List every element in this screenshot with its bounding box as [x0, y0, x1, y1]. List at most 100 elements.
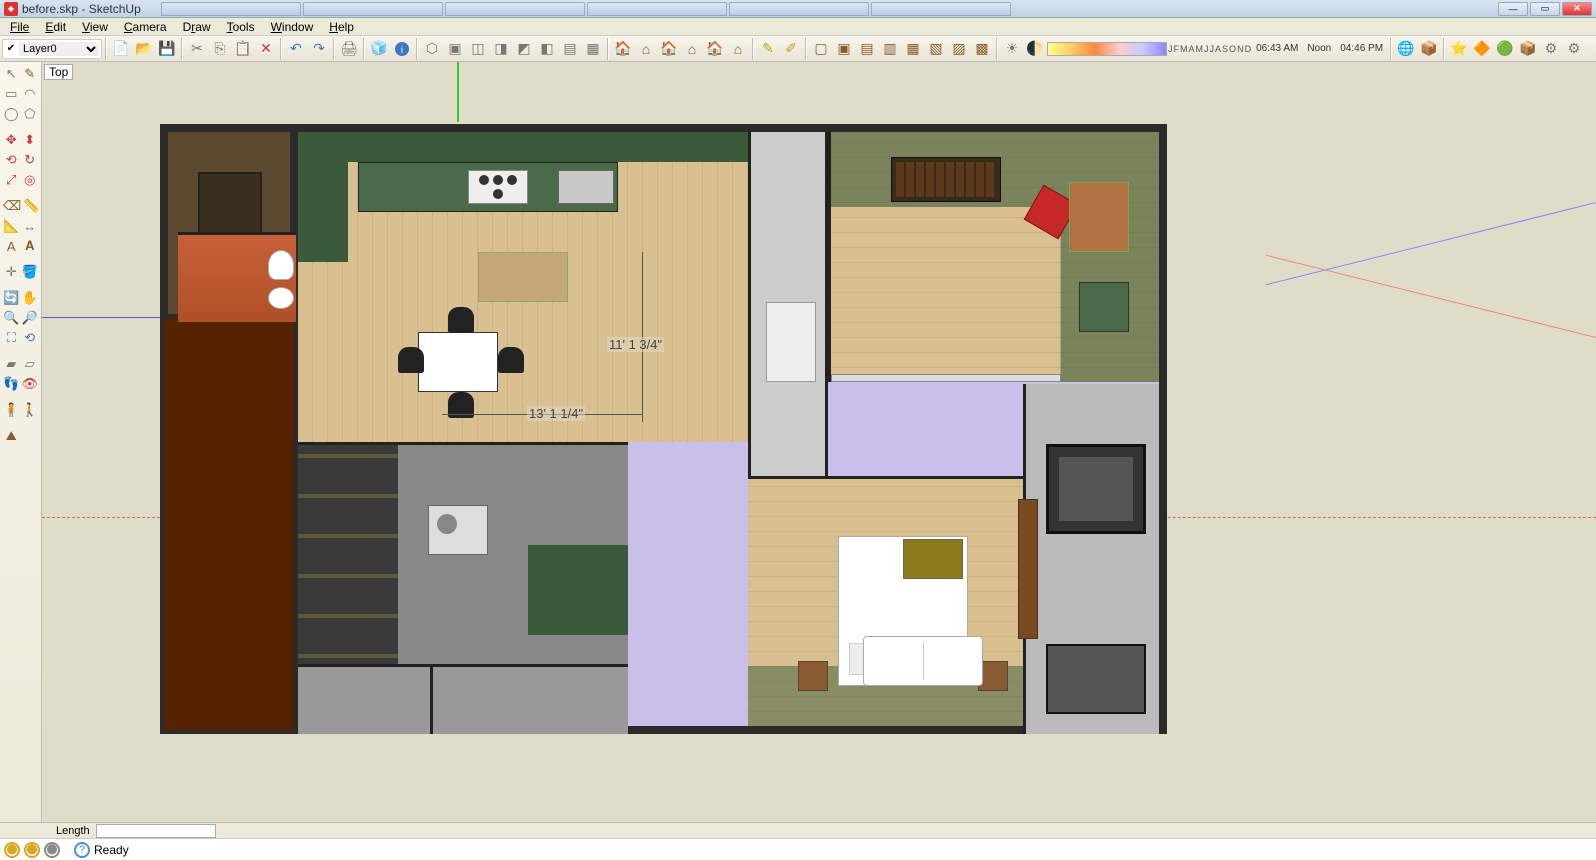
style2-button[interactable]: ⌂ [635, 38, 657, 60]
maximize-button[interactable]: ▭ [1530, 2, 1560, 16]
section-display-icon[interactable]: ▱ [21, 354, 40, 374]
style4-button[interactable]: ⌂ [681, 38, 703, 60]
iso-view-button[interactable]: ⬡ [421, 38, 443, 60]
ext-f-icon[interactable]: ⚙ [1540, 38, 1562, 60]
box-d-icon[interactable]: ▥ [879, 38, 901, 60]
menu-help[interactable]: Help [321, 18, 362, 36]
sandbox-icon[interactable]: ⛰ [2, 426, 21, 446]
layer-dropdown[interactable]: Layer0 [19, 42, 99, 56]
polygon-tool-icon[interactable]: ⬠ [21, 104, 40, 124]
extension-a-icon[interactable]: 📦 [1418, 38, 1440, 60]
floor-plan-model[interactable] [160, 124, 1167, 734]
prev-view-icon[interactable]: ⟲ [21, 328, 40, 348]
follow-tool-icon[interactable]: ↻ [21, 150, 40, 170]
menu-edit[interactable]: Edit [37, 18, 74, 36]
box-b-icon[interactable]: ▣ [833, 38, 855, 60]
minimize-button[interactable]: — [1498, 2, 1528, 16]
copy-button[interactable]: ⎘ [209, 38, 231, 60]
paste-button[interactable]: 📋 [232, 38, 254, 60]
menu-camera[interactable]: Camera [116, 18, 175, 36]
menu-file[interactable]: File [2, 18, 37, 36]
shadow-toggle-button[interactable]: ☀ [1001, 38, 1023, 60]
front-view-button[interactable]: ◫ [467, 38, 489, 60]
orbit-tool-icon[interactable]: 🔄 [2, 288, 21, 308]
ext-b-icon[interactable]: ⭐ [1448, 38, 1470, 60]
offset-tool-icon[interactable]: ◎ [21, 170, 40, 190]
claim-icon[interactable]: ⬤ [44, 842, 60, 858]
left-view-button[interactable]: ◧ [536, 38, 558, 60]
pushpull-tool-icon[interactable]: ⬍ [21, 130, 40, 150]
line-tool-icon[interactable]: ✎ [21, 64, 40, 84]
bg-tab[interactable] [871, 2, 1011, 16]
zoom-window-icon[interactable]: 🔎 [21, 308, 40, 328]
tape-tool-icon[interactable]: 📏 [22, 196, 40, 216]
redo-button[interactable]: ↷ [308, 38, 330, 60]
select-tool-icon[interactable]: ↖ [2, 64, 21, 84]
delete-button[interactable]: ✕ [255, 38, 277, 60]
length-input[interactable] [96, 824, 216, 838]
eraser-tool-icon[interactable]: ⌫ [2, 196, 22, 216]
bg-tab[interactable] [445, 2, 585, 16]
style1-button[interactable]: 🏠 [612, 38, 634, 60]
box-f-icon[interactable]: ▧ [925, 38, 947, 60]
close-button[interactable]: ✕ [1562, 2, 1592, 16]
info-button[interactable]: i [391, 38, 413, 60]
help-icon[interactable]: ? [74, 842, 90, 858]
warehouse-button[interactable]: 🌐 [1395, 38, 1417, 60]
wireframe-button[interactable]: ▤ [559, 38, 581, 60]
rotate-tool-icon[interactable]: ⟲ [2, 150, 21, 170]
print-button[interactable]: 🖨 [338, 38, 360, 60]
undo-button[interactable]: ↶ [285, 38, 307, 60]
walk-icon[interactable]: 🚶 [21, 400, 40, 420]
bg-tab[interactable] [303, 2, 443, 16]
back-view-button[interactable]: ◩ [513, 38, 535, 60]
menu-draw[interactable]: Draw [175, 18, 219, 36]
save-button[interactable]: 💾 [156, 38, 178, 60]
scale-tool-icon[interactable]: ⤢ [2, 170, 21, 190]
style5-button[interactable]: 🏠 [704, 38, 726, 60]
look-tool-icon[interactable]: 👁 [20, 374, 39, 394]
time-slider[interactable] [1047, 42, 1167, 56]
credits-icon[interactable]: ⬤ [24, 842, 40, 858]
month-slider[interactable]: J F M A M J J A S O N D [1168, 44, 1251, 54]
ext-d-icon[interactable]: 🟢 [1494, 38, 1516, 60]
move-tool-icon[interactable]: ✥ [2, 130, 21, 150]
bg-tab[interactable] [587, 2, 727, 16]
arc-tool-icon[interactable]: ◠ [21, 84, 40, 104]
style3-button[interactable]: 🏠 [658, 38, 680, 60]
viewport[interactable]: Top [42, 62, 1596, 822]
right-view-button[interactable]: ◨ [490, 38, 512, 60]
axes-tool-icon[interactable]: ✛ [2, 262, 21, 282]
protractor-tool-icon[interactable]: 📐 [2, 216, 21, 236]
new-button[interactable]: 📄 [110, 38, 132, 60]
top-view-button[interactable]: ▣ [444, 38, 466, 60]
dim-tool-icon[interactable]: ↔ [21, 216, 40, 236]
position-camera-icon[interactable]: 🧍 [2, 400, 21, 420]
bg-tab[interactable] [729, 2, 869, 16]
box-g-icon[interactable]: ▨ [948, 38, 970, 60]
face-tool-icon[interactable]: ✐ [780, 38, 802, 60]
box-c-icon[interactable]: ▤ [856, 38, 878, 60]
3dtext-tool-icon[interactable]: 𝐀 [21, 236, 40, 256]
paint-tool-icon[interactable]: 🪣 [21, 262, 40, 282]
menu-view[interactable]: View [74, 18, 116, 36]
pan-tool-icon[interactable]: ✋ [21, 288, 40, 308]
open-button[interactable]: 📂 [133, 38, 155, 60]
section-tool-icon[interactable]: ▰ [2, 354, 21, 374]
ext-g-icon[interactable]: ⚙ [1563, 38, 1585, 60]
edge-tool-icon[interactable]: ✎ [757, 38, 779, 60]
layer-selector[interactable]: ✔ Layer0 [2, 39, 102, 59]
shaded-button[interactable]: ▦ [582, 38, 604, 60]
bg-tab[interactable] [161, 2, 301, 16]
text-tool-icon[interactable]: A [2, 236, 21, 256]
ext-e-icon[interactable]: 📦 [1517, 38, 1539, 60]
geo-location-icon[interactable]: ⬤ [4, 842, 20, 858]
zoom-tool-icon[interactable]: 🔍 [2, 308, 21, 328]
rectangle-tool-icon[interactable]: ▭ [2, 84, 21, 104]
zoom-extents-icon[interactable]: ⛶ [2, 328, 21, 348]
box done a-icon[interactable]: ▢ [810, 38, 832, 60]
box-h-icon[interactable]: ▩ [971, 38, 993, 60]
style6-button[interactable]: ⌂ [727, 38, 749, 60]
menu-window[interactable]: Window [263, 18, 322, 36]
walk-tool-icon[interactable]: 👣 [2, 374, 20, 394]
